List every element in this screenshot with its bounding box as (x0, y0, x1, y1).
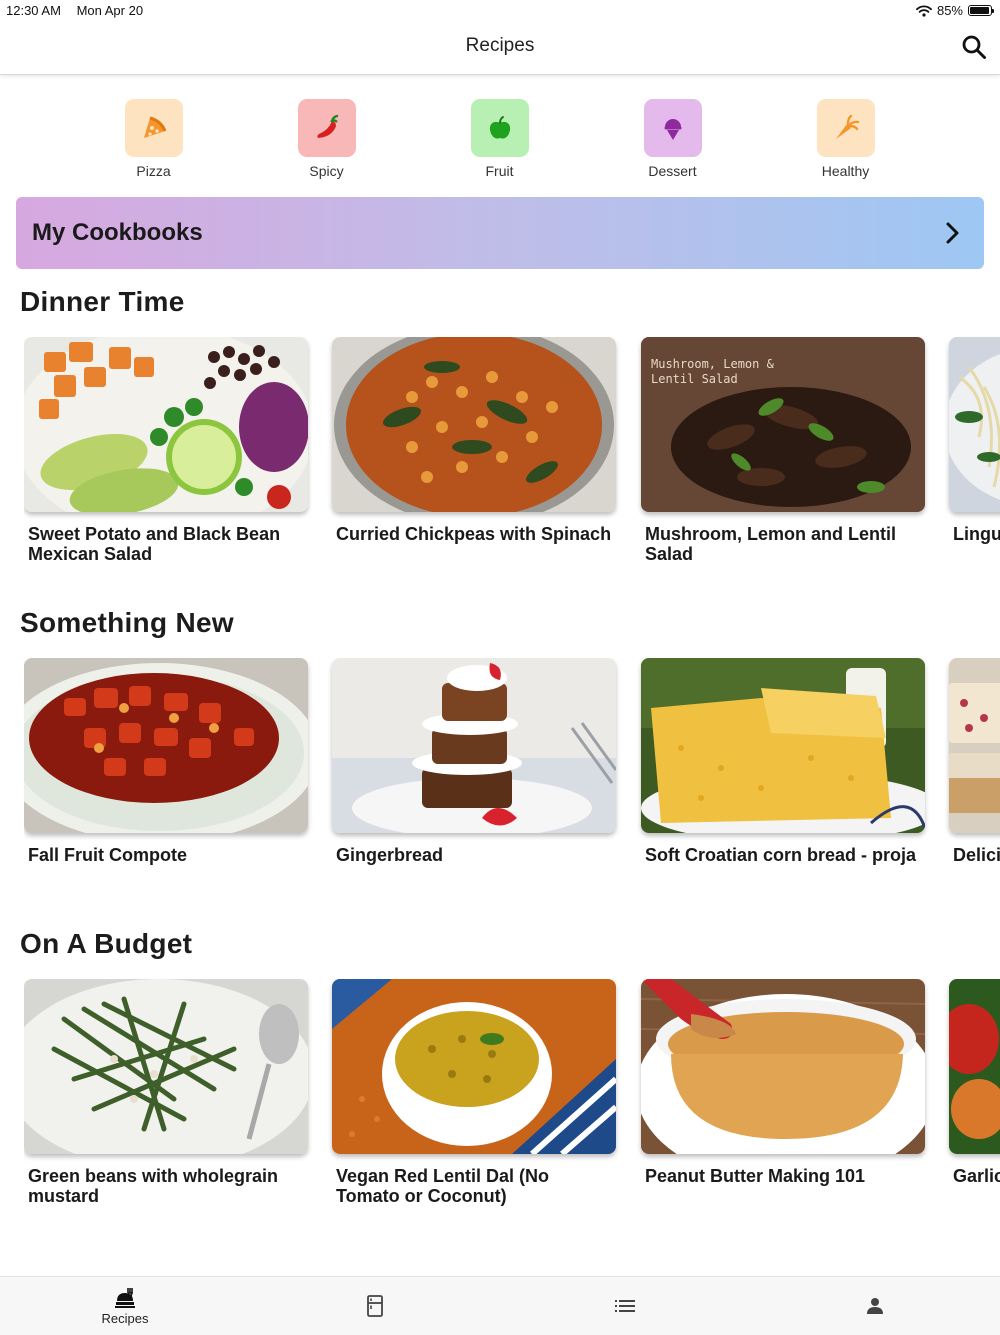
carrot-icon (835, 114, 859, 139)
category-spicy[interactable]: Spicy (240, 99, 413, 179)
recipe-card[interactable]: Green beans with wholegrain mustard (24, 979, 308, 1206)
recipe-image[interactable] (24, 658, 308, 833)
tab-profile[interactable] (750, 1277, 1000, 1335)
category-fruit[interactable]: Fruit (413, 99, 586, 179)
recipe-image[interactable] (641, 658, 925, 833)
category-label: Dessert (648, 163, 697, 179)
recipe-title: Fall Fruit Compote (28, 845, 187, 865)
recipe-card[interactable]: Mushroom, Lemon & Lentil Salad Mushroom,… (641, 337, 925, 564)
recipe-image[interactable] (949, 337, 1000, 512)
tab-list[interactable] (500, 1277, 750, 1335)
recipe-card[interactable]: Gingerbread (332, 658, 616, 865)
navigation-bar: Recipes (0, 20, 1000, 75)
recipe-row-something-new: Fall Fruit Compote Gingerbread Soft Croa… (24, 658, 1000, 898)
battery-fill (970, 7, 989, 14)
apple-icon (489, 116, 510, 139)
tab-recipes[interactable]: Recipes (0, 1277, 250, 1335)
recipe-image[interactable] (24, 337, 308, 512)
section-title-dinner-time: Dinner Time (20, 286, 185, 317)
section-title-on-a-budget: On A Budget (20, 928, 193, 959)
recipe-image[interactable] (949, 658, 1000, 833)
search-icon[interactable] (960, 33, 988, 61)
category-healthy[interactable]: Healthy (759, 99, 932, 179)
recipe-title: Lingu White (953, 524, 1000, 544)
list-icon (615, 1300, 635, 1312)
recipe-title: Soft Croatian corn bread - proja (645, 845, 917, 865)
person-icon (867, 1298, 883, 1314)
recipe-image[interactable] (641, 979, 925, 1154)
recipe-title: Green beans with wholegrain mustard (28, 1166, 279, 1206)
category-tile[interactable] (470, 99, 529, 157)
section-title-something-new: Something New (20, 607, 234, 638)
wifi-icon (916, 4, 932, 17)
recipe-title: Mushroom, Lemon and Lentil Salad (645, 524, 896, 564)
recipe-title: Delici (953, 845, 1000, 865)
pizza-icon (143, 116, 166, 138)
category-tile[interactable] (816, 99, 875, 157)
category-tile[interactable] (643, 99, 702, 157)
recipe-card[interactable]: Vegan Red Lentil Dal (No Tomato or Cocon… (332, 979, 616, 1206)
recipe-card[interactable]: Fall Fruit Compote (24, 658, 308, 865)
ice-cream-icon (664, 119, 681, 140)
category-pizza[interactable]: Pizza (67, 99, 240, 179)
recipe-title: Curried Chickpeas with Spinach (336, 524, 612, 544)
tab-label: Recipes (101, 1310, 149, 1326)
status-bar: 12:30 AM Mon Apr 20 85% (0, 0, 1000, 20)
category-label: Healthy (821, 163, 870, 179)
battery-percent: 85% (936, 3, 963, 18)
recipe-title: Sweet Potato and Black Bean Mexican Sala… (28, 524, 281, 564)
recipe-row-dinner-time: Sweet Potato and Black Bean Mexican Sala… (24, 337, 1000, 577)
recipe-card[interactable]: Peanut Butter Making 101 (641, 979, 925, 1186)
category-tile[interactable] (124, 99, 183, 157)
recipe-row-on-a-budget: Green beans with wholegrain mustard Vega… (24, 979, 1000, 1219)
recipe-image[interactable] (24, 979, 308, 1154)
recipe-card[interactable]: Curried Chickpeas with Spinach (332, 337, 616, 544)
recipe-title: Vegan Red Lentil Dal (No Tomato or Cocon… (336, 1166, 550, 1206)
chili-pepper-icon (316, 114, 338, 138)
fridge-icon (367, 1295, 383, 1317)
recipe-image[interactable] (332, 337, 616, 512)
recipe-title: Gingerbread (336, 845, 444, 865)
page-title: Recipes (465, 35, 535, 56)
recipe-title: Garlic (953, 1166, 1000, 1186)
recipe-card[interactable]: Soft Croatian corn bread - proja (641, 658, 925, 865)
recipe-card[interactable]: Lingu White (949, 337, 1000, 544)
battery-icon (968, 5, 994, 16)
status-time: 12:30 AM (6, 3, 61, 18)
tab-bar: Recipes (0, 1276, 1000, 1335)
image-caption: Mushroom, Lemon & (651, 357, 775, 371)
category-dessert[interactable]: Dessert (586, 99, 759, 179)
category-bar: Pizza Spicy Fruit Dessert Healthy (67, 99, 933, 179)
cookbooks-label: My Cookbooks (32, 219, 203, 246)
recipe-card[interactable]: Delici (949, 658, 1000, 865)
image-caption: Lentil Salad (651, 372, 738, 386)
chef-hat-icon (115, 1287, 135, 1308)
status-date: Mon Apr 20 (76, 3, 144, 18)
recipe-card[interactable]: Garlic (949, 979, 1000, 1186)
category-label: Spicy (309, 163, 344, 179)
recipe-image[interactable] (332, 979, 616, 1154)
category-tile[interactable] (297, 99, 356, 157)
recipe-image[interactable]: Mushroom, Lemon & Lentil Salad (641, 337, 925, 512)
category-label: Fruit (485, 163, 514, 179)
recipe-card[interactable]: Sweet Potato and Black Bean Mexican Sala… (24, 337, 308, 564)
tab-fridge[interactable] (250, 1277, 500, 1335)
my-cookbooks-button[interactable]: My Cookbooks (16, 197, 984, 269)
recipe-image[interactable] (332, 658, 616, 833)
recipe-image[interactable] (949, 979, 1000, 1154)
recipe-title: Peanut Butter Making 101 (645, 1166, 866, 1186)
category-label: Pizza (136, 163, 171, 179)
chevron-right-icon (946, 222, 959, 244)
